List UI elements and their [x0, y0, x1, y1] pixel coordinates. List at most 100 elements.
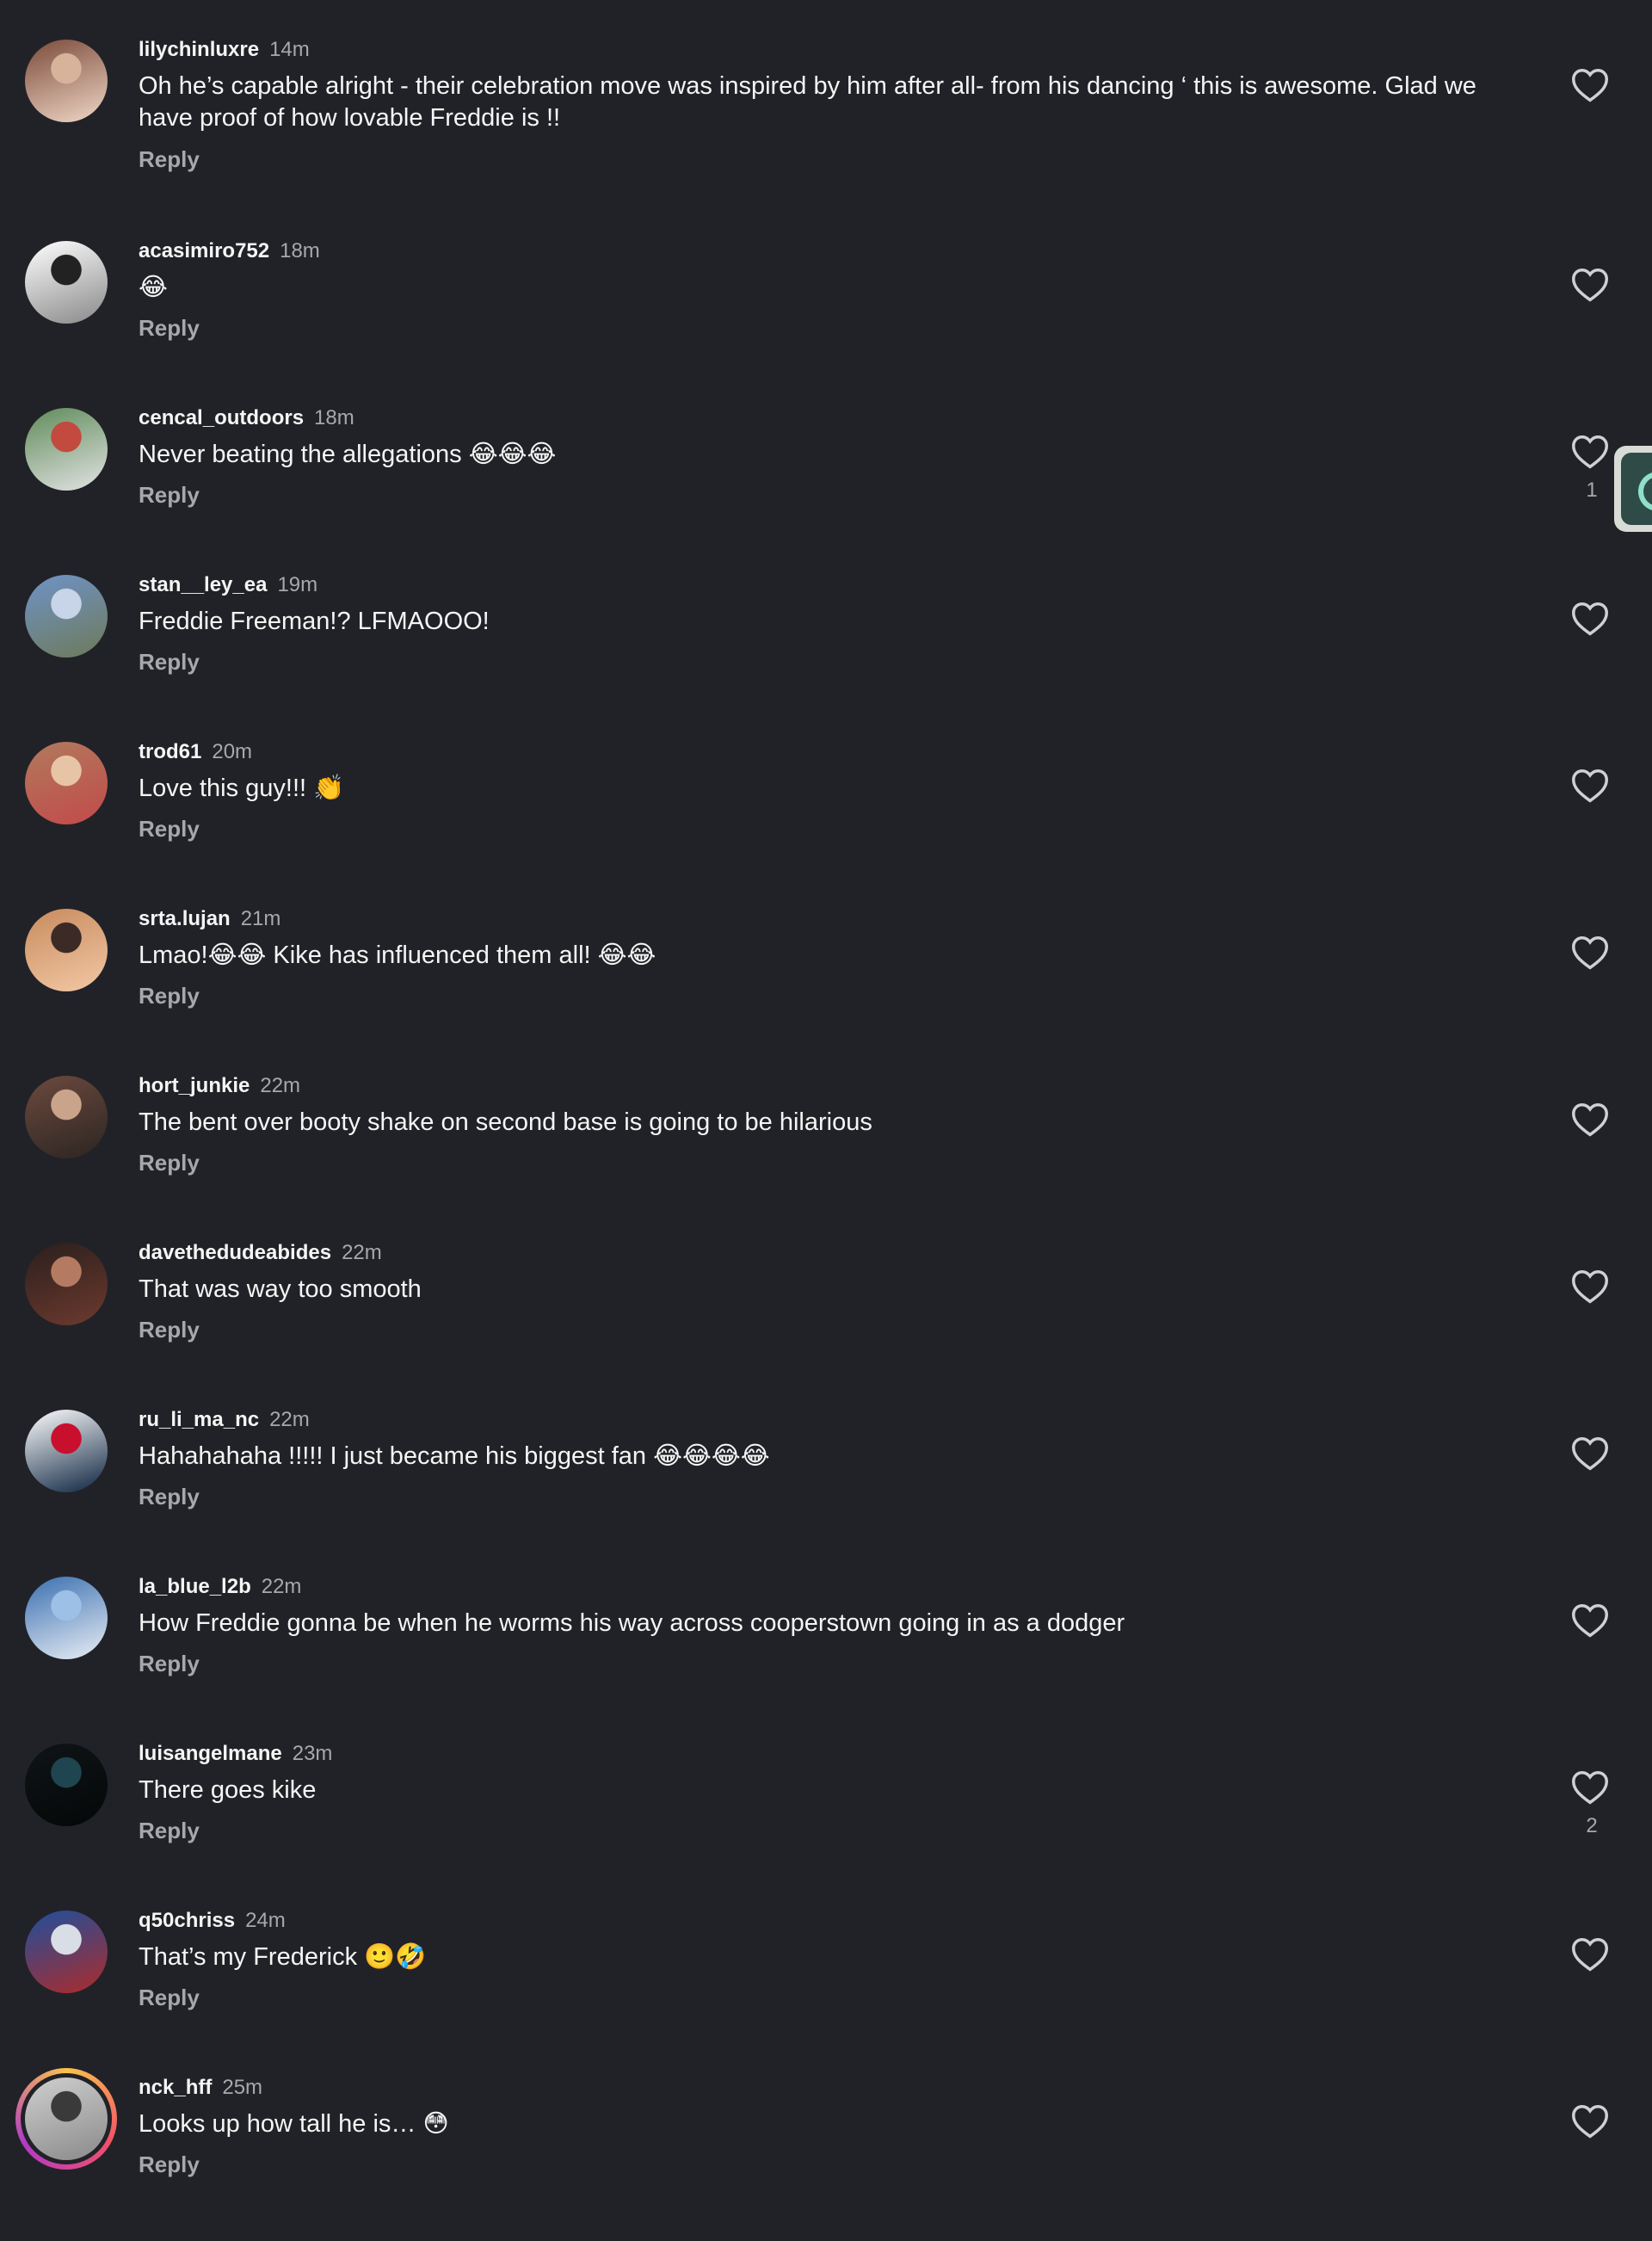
heart-outline-icon: [1571, 602, 1609, 640]
comment-username[interactable]: q50chriss 24m: [139, 1909, 286, 1933]
comment-text: Looks up how tall he is… 😳: [139, 2110, 449, 2138]
comment-username[interactable]: cencal_outdoors 18m: [139, 406, 354, 430]
reply-button[interactable]: Reply: [139, 816, 200, 843]
comment-time: 22m: [269, 1408, 310, 1431]
like-button[interactable]: [1571, 1602, 1612, 1644]
like-button[interactable]: [1571, 1936, 1612, 1978]
comment-item: hort_junkie 22m The bent over booty shake…: [0, 1074, 1652, 1239]
reply-button[interactable]: Reply: [139, 1818, 200, 1844]
comment-item: la_blue_l2b 22m How Freddie gonna be when…: [0, 1575, 1652, 1740]
comment-text: The bent over booty shake on second base…: [139, 1108, 872, 1136]
comment-username[interactable]: davethedudeabides 22m: [139, 1241, 382, 1265]
comment-item: acasimiro752 18m 😂 Reply: [0, 239, 1652, 404]
comment-text: Freddie Freeman!? LFMAOOO!: [139, 608, 490, 635]
comment-item: lilychinluxre 14m Oh he’s capable alright…: [0, 38, 1652, 203]
reply-button[interactable]: Reply: [139, 1985, 200, 2011]
heart-outline-icon: [1571, 1771, 1609, 1809]
comment-item: luisangelmane 23m There goes kike Reply 2: [0, 1742, 1652, 1907]
comment-username[interactable]: trod61 20m: [139, 740, 252, 764]
avatar[interactable]: [25, 575, 108, 657]
comment-username[interactable]: lilychinluxre 14m: [139, 38, 310, 62]
avatar[interactable]: [25, 742, 108, 824]
comment-item: trod61 20m Love this guy!!! 👏 Reply: [0, 740, 1652, 905]
comment-item: stan__ley_ea 19m Freddie Freeman!? LFMAOO…: [0, 573, 1652, 738]
comment-item: nck_hff 25m Looks up how tall he is… 😳 Re…: [0, 2068, 1652, 2241]
comment-time: 19m: [277, 573, 318, 596]
like-button[interactable]: [1571, 434, 1612, 475]
like-button[interactable]: [1571, 935, 1612, 976]
comment-item: davethedudeabides 22m That was way too sm…: [0, 1241, 1652, 1406]
like-button[interactable]: [1571, 267, 1612, 308]
reply-button[interactable]: Reply: [139, 315, 200, 342]
heart-outline-icon: [1571, 269, 1609, 306]
comment-time: 25m: [222, 2076, 263, 2099]
like-count: 1: [1586, 478, 1598, 502]
comment-time: 21m: [240, 907, 281, 930]
like-button[interactable]: [1571, 768, 1612, 809]
like-button[interactable]: [1571, 67, 1612, 108]
comment-username[interactable]: hort_junkie 22m: [139, 1074, 300, 1098]
comment-time: 14m: [269, 38, 310, 61]
reply-button[interactable]: Reply: [139, 1317, 200, 1343]
avatar[interactable]: [25, 1243, 108, 1325]
comment-time: 22m: [261, 1575, 302, 1598]
reply-button[interactable]: Reply: [139, 2151, 200, 2178]
comment-text: That was way too smooth: [139, 1275, 422, 1303]
reply-button[interactable]: Reply: [139, 1484, 200, 1510]
like-count: 2: [1586, 1814, 1598, 1837]
heart-outline-icon: [1571, 936, 1609, 974]
comment-text: How Freddie gonna be when he worms his w…: [139, 1609, 1125, 1637]
comment-username[interactable]: nck_hff 25m: [139, 2076, 262, 2100]
heart-outline-icon: [1571, 69, 1609, 107]
like-button[interactable]: [1571, 1435, 1612, 1477]
comment-time: 24m: [245, 1909, 286, 1932]
comment-item: q50chriss 24m That’s my Frederick 🙂🤣 Repl…: [0, 1909, 1652, 2074]
comment-username[interactable]: la_blue_l2b 22m: [139, 1575, 301, 1599]
comment-text: Love this guy!!! 👏: [139, 775, 345, 802]
avatar[interactable]: [15, 2068, 117, 2170]
comment-text: Lmao!😂😂 Kike has influenced them all! 😂😂: [139, 941, 656, 969]
comment-item: srta.lujan 21m Lmao!😂😂 Kike has influence…: [0, 907, 1652, 1072]
comment-username[interactable]: luisangelmane 23m: [139, 1742, 332, 1766]
reply-button[interactable]: Reply: [139, 146, 200, 173]
comment-text: Never beating the allegations 😂😂😂: [139, 441, 557, 468]
comment-time: 20m: [212, 740, 253, 763]
heart-outline-icon: [1571, 1938, 1609, 1976]
like-button[interactable]: [1571, 1102, 1612, 1143]
heart-outline-icon: [1571, 435, 1609, 473]
comment-time: 22m: [342, 1241, 382, 1264]
comment-time: 22m: [260, 1074, 301, 1097]
reply-button[interactable]: Reply: [139, 1150, 200, 1176]
heart-outline-icon: [1571, 769, 1609, 807]
avatar[interactable]: [25, 909, 108, 991]
comment-username[interactable]: ru_li_ma_nc 22m: [139, 1408, 310, 1432]
floating-app-tab[interactable]: [1614, 446, 1652, 532]
avatar[interactable]: [25, 408, 108, 491]
comment-text: There goes kike: [139, 1776, 317, 1804]
comment-time: 18m: [280, 239, 320, 262]
floating-app-icon: [1621, 453, 1652, 525]
reply-button[interactable]: Reply: [139, 1651, 200, 1677]
comment-item: cencal_outdoors 18m Never beating the all…: [0, 406, 1652, 571]
avatar[interactable]: [25, 241, 108, 324]
comment-username[interactable]: srta.lujan 21m: [139, 907, 280, 931]
like-button[interactable]: [1571, 1269, 1612, 1310]
avatar[interactable]: [25, 1911, 108, 1993]
heart-outline-icon: [1571, 2105, 1609, 2143]
avatar[interactable]: [25, 1577, 108, 1659]
reply-button[interactable]: Reply: [139, 649, 200, 676]
comment-text: That’s my Frederick 🙂🤣: [139, 1943, 427, 1971]
avatar[interactable]: [25, 1410, 108, 1492]
heart-outline-icon: [1571, 1437, 1609, 1475]
comment-username[interactable]: acasimiro752 18m: [139, 239, 320, 263]
reply-button[interactable]: Reply: [139, 983, 200, 1009]
comment-username[interactable]: stan__ley_ea 19m: [139, 573, 317, 597]
comment-time: 18m: [314, 406, 354, 429]
like-button[interactable]: [1571, 601, 1612, 642]
avatar[interactable]: [25, 1744, 108, 1826]
avatar[interactable]: [25, 40, 108, 122]
like-button[interactable]: [1571, 1769, 1612, 1811]
like-button[interactable]: [1571, 2103, 1612, 2145]
reply-button[interactable]: Reply: [139, 482, 200, 509]
avatar[interactable]: [25, 1076, 108, 1158]
